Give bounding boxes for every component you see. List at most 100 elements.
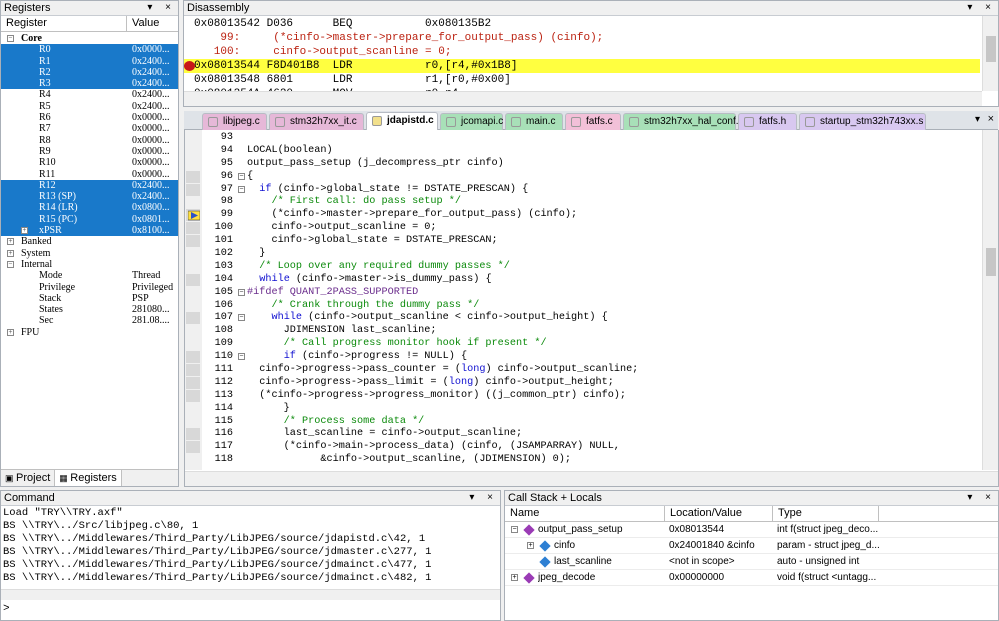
tab-stm32h7xx-hal-conf-h[interactable]: stm32h7xx_hal_conf.h — [623, 113, 744, 130]
register-row[interactable]: R2 0x2400... — [1, 66, 178, 79]
register-row[interactable]: R6 0x0000... — [1, 112, 178, 123]
code-line[interactable]: 108 JDIMENSION last_scanline; — [185, 325, 982, 338]
disassembly-line[interactable]: 0x08013548 6801 LDR r1,[r0,#0x00] — [184, 73, 980, 87]
breakpoint-gutter-mark[interactable] — [186, 170, 200, 183]
register-row[interactable]: R1 0x2400... — [1, 55, 178, 67]
editor-scrollbar[interactable] — [982, 130, 998, 470]
code-line[interactable]: 102 } — [185, 248, 982, 261]
register-row[interactable]: R11 0x0000... — [1, 169, 178, 180]
tab-libjpeg-c[interactable]: libjpeg.c — [202, 113, 267, 130]
locals-row[interactable]: − output_pass_setup 0x08013544 int f(struct… — [505, 522, 998, 538]
location-column-header[interactable]: Location/Value — [665, 506, 773, 521]
command-input[interactable]: > — [3, 603, 10, 615]
code-line[interactable]: 95 output_pass_setup (j_decompress_ptr ci… — [185, 158, 982, 171]
code-line[interactable]: 104 while (cinfo->master->is_dummy_pass)… — [185, 273, 982, 287]
tab-main-c[interactable]: main.c — [505, 113, 563, 130]
tab-project[interactable]: ▣ Project — [1, 470, 56, 486]
disassembly-line[interactable]: 0x08013544 F8D401B8 LDR r0,[r4,#0x1B8] — [184, 59, 980, 73]
command-output[interactable]: Load "TRY\\TRY.axf" BS \\TRY\../Src/libjp… — [1, 506, 500, 585]
breakpoint-gutter-mark[interactable] — [186, 428, 200, 441]
code-line[interactable]: 107− while (cinfo->output_scanline < cin… — [185, 312, 982, 325]
breakpoint-gutter-mark[interactable] — [186, 351, 200, 364]
register-row[interactable]: R8 0x0000... — [1, 135, 178, 146]
expand-icon[interactable]: + — [21, 227, 28, 235]
code-line[interactable]: 110− if (cinfo->progress != NULL) { — [185, 351, 982, 364]
register-row[interactable]: R13 (SP) 0x2400... — [1, 191, 178, 203]
locals-row[interactable]: last_scanline <not in scope> auto - unsign… — [505, 554, 998, 570]
close-editor-icon[interactable]: × — [988, 113, 994, 125]
internal-row[interactable]: Stack PSP — [1, 293, 178, 304]
code-line[interactable]: 100 cinfo->output_scanline = 0; — [185, 222, 982, 235]
register-column-header[interactable]: Register — [1, 16, 127, 31]
code-line[interactable]: 96−{ — [185, 170, 982, 184]
code-editor[interactable]: 93 94 LOCAL(boolean) 95 output_pass_setup (j… — [185, 132, 982, 467]
tree-group-core[interactable]: − Core — [1, 33, 178, 44]
register-row[interactable]: R14 (LR) 0x0800... — [1, 202, 178, 214]
code-line[interactable]: 103 /* Loop over any required dummy pass… — [185, 261, 982, 274]
disassembly-scrollbar[interactable] — [982, 16, 998, 91]
internal-row[interactable]: States 281080... — [1, 304, 178, 315]
code-line[interactable]: 112 cinfo->progress->pass_limit = (long)… — [185, 376, 982, 390]
fold-toggle-icon[interactable]: − — [238, 288, 245, 296]
code-line[interactable]: 105− #ifdef QUANT_2PASS_SUPPORTED — [185, 287, 982, 300]
code-line[interactable]: 118 &cinfo->output_scanline, (JDIMENSION… — [185, 454, 982, 467]
breakpoint-gutter-mark[interactable] — [186, 183, 200, 196]
code-line[interactable]: 109 /* Call progress monitor hook if pre… — [185, 338, 982, 351]
value-column-header[interactable]: Value — [127, 16, 177, 31]
tree-group-fpu[interactable]: + FPU — [1, 327, 178, 338]
tree-group-system[interactable]: + System — [1, 248, 178, 259]
register-row[interactable]: R9 0x0000... — [1, 146, 178, 157]
disassembly-line[interactable]: 0x08013542 D036 BEQ 0x080135B2 — [184, 17, 980, 31]
fold-toggle-icon[interactable]: − — [238, 314, 245, 322]
register-row[interactable]: R12 0x2400... — [1, 179, 178, 192]
tab-fatfs-h[interactable]: fatfs.h — [738, 113, 797, 130]
locals-row[interactable]: + jpeg_decode 0x00000000 void f(struct <unt… — [505, 570, 998, 586]
disassembly-window-controls[interactable]: ▾ × — [967, 1, 996, 15]
expand-icon[interactable]: + — [527, 542, 534, 549]
register-row[interactable]: R4 0x2400... — [1, 89, 178, 100]
command-hscrollbar[interactable] — [1, 589, 500, 600]
expand-icon[interactable]: − — [511, 526, 518, 533]
register-row[interactable]: + xPSR 0x8100... — [1, 225, 178, 237]
code-line[interactable]: 97− if (cinfo->global_state != DSTATE_PR… — [185, 183, 982, 197]
code-line[interactable]: 94 LOCAL(boolean) — [185, 145, 982, 158]
expand-icon[interactable]: − — [7, 260, 14, 268]
disassembly-line[interactable]: 99: (*cinfo->master->prepare_for_output_… — [184, 31, 980, 45]
code-line[interactable]: 93 — [185, 132, 982, 145]
tab-fatfs-c[interactable]: fatfs.c — [565, 113, 621, 130]
code-line[interactable]: 114 } — [185, 403, 982, 416]
internal-row[interactable]: Privilege Privileged — [1, 282, 178, 293]
name-column-header[interactable]: Name — [505, 506, 665, 521]
code-line[interactable]: 115 /* Process some data */ — [185, 416, 982, 429]
expand-icon[interactable]: + — [7, 249, 14, 257]
breakpoint-gutter-mark[interactable] — [186, 441, 200, 454]
code-line[interactable]: 116 last_scanline = cinfo->output_scanli… — [185, 428, 982, 441]
register-row[interactable]: R10 0x0000... — [1, 157, 178, 168]
code-line[interactable]: 98 /* First call: do pass setup */ — [185, 196, 982, 209]
code-line[interactable]: 117 (*cinfo->main->process_data) (cinfo,… — [185, 441, 982, 454]
expand-icon[interactable]: + — [7, 328, 14, 336]
tab-registers[interactable]: ▦ Registers — [55, 470, 122, 486]
tab-jdapistd-c[interactable]: jdapistd.c — [366, 112, 438, 130]
disassembly-scroll-thumb[interactable] — [986, 36, 996, 62]
code-line[interactable]: 111 cinfo->progress->pass_counter = (lon… — [185, 364, 982, 377]
internal-row[interactable]: Sec 281.08.... — [1, 315, 178, 326]
code-line[interactable]: 113 (*cinfo->progress->progress_monitor)… — [185, 389, 982, 403]
register-row[interactable]: R3 0x2400... — [1, 78, 178, 90]
breakpoint-gutter-mark[interactable] — [186, 376, 200, 389]
register-row[interactable]: R0 0x0000... — [1, 44, 178, 56]
tab-startup-stm32h743xx-s[interactable]: startup_stm32h743xx.s — [799, 113, 926, 130]
command-window-controls[interactable]: ▾ × — [469, 491, 498, 505]
tree-group-banked[interactable]: + Banked — [1, 236, 178, 247]
fold-toggle-icon[interactable]: − — [238, 353, 245, 361]
breakpoint-gutter-mark[interactable] — [186, 235, 200, 248]
editor-scroll-thumb[interactable] — [986, 248, 996, 276]
registers-window-controls[interactable]: ▾ × — [147, 1, 176, 15]
expand-icon[interactable]: − — [7, 35, 14, 42]
locals-window-controls[interactable]: ▾ × — [967, 491, 996, 505]
code-line[interactable]: 99 (*cinfo->master->prepare_for_output_p… — [185, 209, 982, 222]
breakpoint-gutter-mark[interactable] — [186, 222, 200, 235]
expand-icon[interactable]: + — [511, 574, 518, 581]
disassembly-listing[interactable]: 0x08013542 D036 BEQ 0x080135B2 99: (*cin… — [184, 16, 980, 101]
breakpoint-gutter-mark[interactable] — [186, 364, 200, 377]
